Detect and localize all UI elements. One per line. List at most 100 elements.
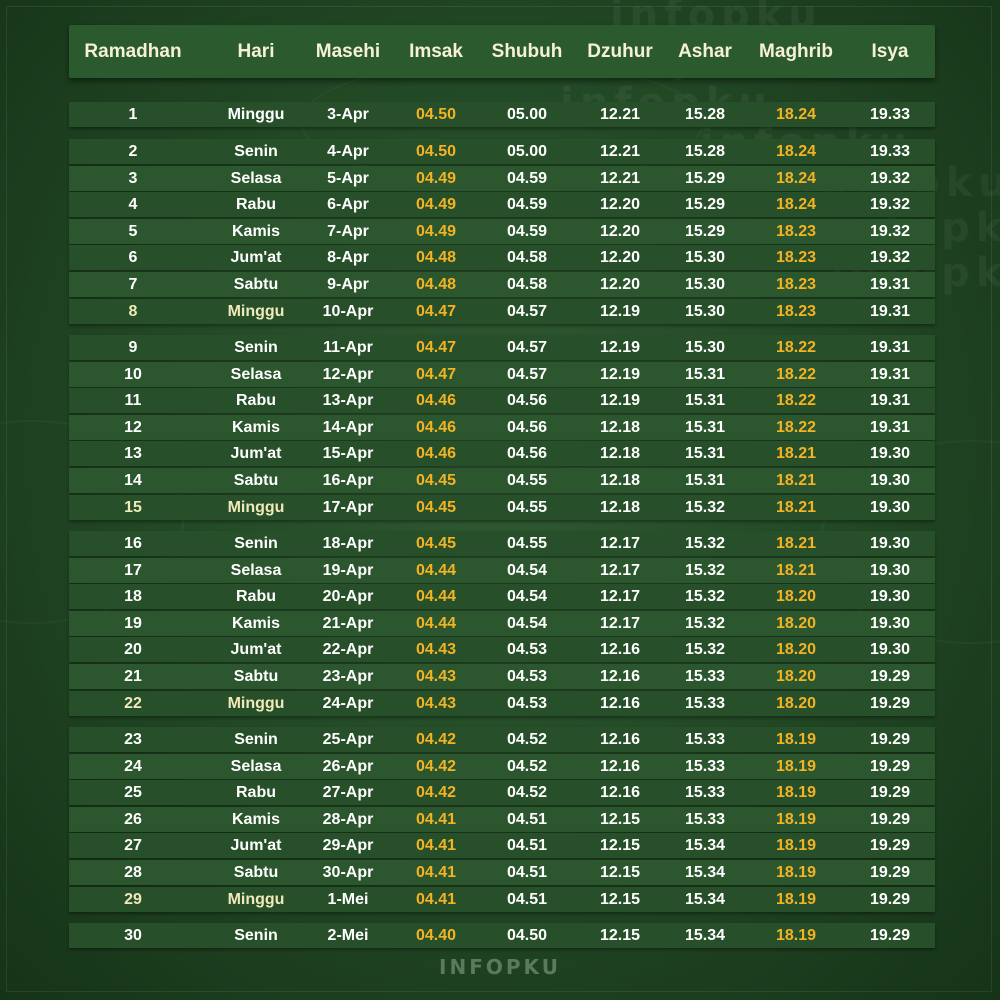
cell-masehi: 19-Apr xyxy=(322,562,374,579)
cell-dzuhur: 12.15 xyxy=(599,811,641,828)
table-row: 23 Senin 25-Apr 04.42 04.52 12.16 15.33 18.19 19… xyxy=(69,727,935,752)
table-row: 14 Sabtu 16-Apr 04.45 04.55 12.18 15.31 18.21 19… xyxy=(69,468,935,493)
cell-shubuh: 04.58 xyxy=(506,249,548,266)
cell-shubuh: 04.53 xyxy=(506,668,548,685)
cell-dzuhur: 12.19 xyxy=(599,303,641,320)
cell-hari: Jum'at xyxy=(230,249,282,266)
cell-hari: Sabtu xyxy=(233,276,279,293)
cell-maghrib: 18.21 xyxy=(775,472,817,489)
cell-ashar: 15.32 xyxy=(684,615,726,632)
cell-imsak: 04.47 xyxy=(415,366,457,383)
cell-imsak: 04.45 xyxy=(415,535,457,552)
cell-imsak: 04.42 xyxy=(415,784,457,801)
cell-isya: 19.30 xyxy=(869,499,911,516)
cell-maghrib: 18.20 xyxy=(775,668,817,685)
cell-imsak: 04.42 xyxy=(415,758,457,775)
cell-ashar: 15.33 xyxy=(684,668,726,685)
cell-ramadhan: 19 xyxy=(124,615,142,632)
cell-masehi: 4-Apr xyxy=(327,143,369,160)
cell-ashar: 15.33 xyxy=(684,784,726,801)
cell-ashar: 15.29 xyxy=(684,196,726,213)
cell-maghrib: 18.19 xyxy=(775,811,817,828)
cell-isya: 19.32 xyxy=(869,196,911,213)
footer-brand: INFOPKU xyxy=(439,955,561,979)
cell-maghrib: 18.22 xyxy=(775,419,817,436)
cell-isya: 19.30 xyxy=(869,562,911,579)
cell-ramadhan: 14 xyxy=(124,472,142,489)
cell-ramadhan: 28 xyxy=(124,864,142,881)
cell-maghrib: 18.23 xyxy=(775,223,817,240)
cell-maghrib: 18.19 xyxy=(775,864,817,881)
cell-ramadhan: 30 xyxy=(124,927,142,944)
cell-masehi: 30-Apr xyxy=(322,864,374,881)
cell-shubuh: 04.52 xyxy=(506,758,548,775)
cell-imsak: 04.47 xyxy=(415,339,457,356)
cell-dzuhur: 12.18 xyxy=(599,472,641,489)
cell-masehi: 18-Apr xyxy=(322,535,374,552)
cell-ashar: 15.31 xyxy=(684,445,726,462)
cell-maghrib: 18.21 xyxy=(775,445,817,462)
cell-shubuh: 04.51 xyxy=(506,837,548,854)
table-row: 6 Jum'at 8-Apr 04.48 04.58 12.20 15.30 18.23 19.… xyxy=(69,245,935,270)
cell-imsak: 04.46 xyxy=(415,445,457,462)
cell-hari: Rabu xyxy=(236,588,276,605)
cell-ashar: 15.30 xyxy=(684,276,726,293)
cell-shubuh: 04.56 xyxy=(506,392,548,409)
cell-ramadhan: 10 xyxy=(124,366,142,383)
cell-dzuhur: 12.16 xyxy=(599,731,641,748)
cell-shubuh: 04.56 xyxy=(506,445,548,462)
cell-imsak: 04.46 xyxy=(415,419,457,436)
table-row: 21 Sabtu 23-Apr 04.43 04.53 12.16 15.33 18.20 19… xyxy=(69,664,935,689)
cell-shubuh: 04.52 xyxy=(506,731,548,748)
cell-masehi: 10-Apr xyxy=(322,303,374,320)
cell-dzuhur: 12.16 xyxy=(599,641,641,658)
cell-maghrib: 18.19 xyxy=(775,891,817,908)
cell-isya: 19.32 xyxy=(869,249,911,266)
cell-dzuhur: 12.16 xyxy=(599,668,641,685)
cell-ashar: 15.30 xyxy=(684,249,726,266)
cell-ashar: 15.32 xyxy=(684,641,726,658)
cell-maghrib: 18.21 xyxy=(775,562,817,579)
cell-dzuhur: 12.16 xyxy=(599,695,641,712)
cell-imsak: 04.44 xyxy=(415,615,457,632)
cell-dzuhur: 12.18 xyxy=(599,499,641,516)
cell-isya: 19.31 xyxy=(869,339,911,356)
cell-dzuhur: 12.15 xyxy=(599,837,641,854)
cell-ramadhan: 11 xyxy=(124,392,142,409)
cell-imsak: 04.41 xyxy=(415,811,457,828)
cell-hari: Sabtu xyxy=(233,864,279,881)
cell-shubuh: 04.55 xyxy=(506,472,548,489)
column-header-dzuhur: Dzuhur xyxy=(587,41,653,62)
cell-isya: 19.30 xyxy=(869,588,911,605)
cell-isya: 19.29 xyxy=(869,837,911,854)
cell-ashar: 15.34 xyxy=(684,837,726,854)
table-row: 7 Sabtu 9-Apr 04.48 04.58 12.20 15.30 18.23 19.3… xyxy=(69,272,935,297)
cell-ramadhan: 13 xyxy=(124,445,142,462)
cell-isya: 19.30 xyxy=(869,445,911,462)
cell-maghrib: 18.23 xyxy=(775,276,817,293)
cell-imsak: 04.40 xyxy=(415,927,457,944)
cell-maghrib: 18.24 xyxy=(775,196,817,213)
column-header-maghrib: Maghrib xyxy=(759,41,833,62)
cell-imsak: 04.41 xyxy=(415,891,457,908)
cell-hari: Senin xyxy=(234,339,278,356)
cell-shubuh: 04.57 xyxy=(506,339,548,356)
cell-ashar: 15.32 xyxy=(684,499,726,516)
cell-ramadhan: 16 xyxy=(124,535,142,552)
cell-imsak: 04.47 xyxy=(415,303,457,320)
cell-isya: 19.33 xyxy=(869,106,911,123)
column-header-hari: Hari xyxy=(237,41,275,62)
cell-shubuh: 04.53 xyxy=(506,695,548,712)
cell-ashar: 15.28 xyxy=(684,106,726,123)
cell-dzuhur: 12.15 xyxy=(599,864,641,881)
cell-hari: Selasa xyxy=(230,562,282,579)
cell-hari: Selasa xyxy=(230,758,282,775)
cell-masehi: 21-Apr xyxy=(322,615,374,632)
column-header-masehi: Masehi xyxy=(315,41,381,62)
cell-isya: 19.29 xyxy=(869,668,911,685)
cell-maghrib: 18.19 xyxy=(775,927,817,944)
cell-isya: 19.29 xyxy=(869,891,911,908)
cell-dzuhur: 12.19 xyxy=(599,392,641,409)
cell-hari: Selasa xyxy=(230,170,282,187)
cell-isya: 19.30 xyxy=(869,641,911,658)
